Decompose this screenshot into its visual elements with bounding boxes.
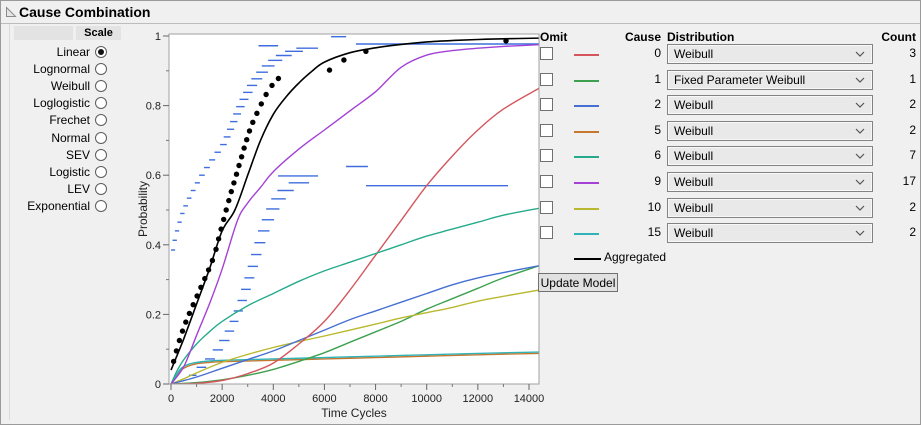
cause-row-1: 1 Fixed Parameter Weibull 1 (1, 69, 920, 92)
count-value: 1 (909, 71, 916, 86)
omit-checkbox-cause-10[interactable] (540, 200, 553, 214)
count-column-header: Count (881, 30, 916, 44)
count-value: 7 (909, 148, 916, 163)
svg-text:8000: 8000 (363, 393, 387, 405)
cause-number: 2 (654, 97, 661, 112)
omit-checkbox-cause-1[interactable] (540, 72, 553, 86)
distribution-select-cause-9[interactable]: Weibull (667, 172, 873, 192)
distribution-selected-value: Weibull (674, 226, 714, 241)
distribution-selected-value: Weibull (674, 149, 714, 164)
series-color-swatch-cause-0 (574, 54, 599, 56)
cause-row-9: 9 Weibull 17 (1, 172, 920, 194)
cause-row-2: 2 Weibull 2 (1, 95, 920, 117)
disclosure-triangle-icon[interactable] (5, 6, 17, 18)
title-separator (1, 23, 920, 24)
distribution-selected-value: Weibull (674, 175, 714, 189)
distribution-selected-value: Weibull (674, 123, 714, 138)
cause-row-10: 10 Weibull 2 (1, 197, 920, 220)
omit-checkbox-cause-9[interactable] (540, 175, 553, 188)
distribution-select-cause-15[interactable]: Weibull (667, 223, 873, 244)
svg-text:0: 0 (155, 379, 161, 391)
cause-row-0: 0 Weibull 3 (1, 44, 920, 66)
cause-number: 9 (654, 174, 661, 188)
aggregated-row: Aggregated (1, 248, 920, 270)
distribution-select-cause-1[interactable]: Fixed Parameter Weibull (667, 69, 873, 90)
svg-text:1: 1 (155, 31, 161, 43)
omit-checkbox-cause-0[interactable] (540, 47, 553, 60)
omit-checkbox-cause-15[interactable] (540, 226, 553, 240)
count-value: 17 (902, 174, 916, 188)
count-value: 2 (909, 122, 916, 137)
aggregated-label: Aggregated (604, 250, 667, 264)
series-color-swatch-cause-9 (574, 182, 599, 184)
distribution-selected-value: Weibull (674, 200, 714, 215)
count-value: 2 (909, 97, 916, 112)
cause-number: 0 (654, 46, 661, 60)
update-model-button[interactable]: Update Model (538, 273, 618, 292)
svg-text:0.2: 0.2 (146, 309, 161, 321)
panel-title: Cause Combination (19, 4, 151, 20)
svg-text:12000: 12000 (463, 393, 494, 405)
series-color-swatch-cause-1 (574, 79, 599, 82)
cause-number: 1 (654, 71, 661, 86)
outline-title-bar: Cause Combination (1, 1, 920, 24)
distribution-select-cause-2[interactable]: Weibull (667, 95, 873, 116)
distribution-selected-value: Weibull (674, 47, 714, 61)
aggregated-color-swatch (574, 258, 601, 260)
omit-checkbox-cause-2[interactable] (540, 98, 553, 112)
series-color-swatch-cause-15 (574, 233, 599, 236)
scale-header-spacer (14, 26, 73, 40)
x-axis-label: Time Cycles (321, 406, 387, 420)
series-color-swatch-cause-2 (574, 105, 599, 108)
distribution-select-cause-10[interactable]: Weibull (667, 197, 873, 218)
distribution-selected-value: Weibull (674, 98, 714, 113)
svg-text:4000: 4000 (261, 393, 285, 405)
distribution-select-cause-0[interactable]: Weibull (667, 44, 873, 64)
cause-number: 6 (654, 148, 661, 163)
distribution-select-cause-6[interactable]: Weibull (667, 146, 873, 167)
series-color-swatch-cause-5 (574, 130, 599, 133)
distribution-select-cause-5[interactable]: Weibull (667, 120, 873, 141)
distribution-selected-value: Fixed Parameter Weibull (674, 72, 806, 87)
svg-text:0: 0 (168, 393, 174, 405)
cause-combination-panel: Cause Combination Scale Linear Lognormal W… (0, 0, 921, 425)
scale-column-header: Scale (76, 26, 121, 40)
svg-text:14000: 14000 (514, 393, 545, 405)
count-value: 2 (909, 225, 916, 240)
distribution-column-header: Distribution (667, 30, 735, 44)
svg-text:2000: 2000 (210, 393, 234, 405)
cause-number: 15 (647, 225, 661, 240)
count-value: 2 (909, 199, 916, 214)
cause-number: 5 (654, 122, 661, 137)
omit-column-header: Omit (540, 30, 568, 44)
cause-row-15: 15 Weibull 2 (1, 223, 920, 245)
cause-row-6: 6 Weibull 7 (1, 146, 920, 168)
omit-checkbox-cause-6[interactable] (540, 149, 553, 163)
cause-number: 10 (647, 199, 661, 214)
svg-text:10000: 10000 (411, 393, 442, 405)
cause-column-header: Cause (624, 30, 661, 44)
omit-checkbox-cause-5[interactable] (540, 123, 553, 137)
series-color-swatch-cause-6 (574, 156, 599, 159)
series-color-swatch-cause-10 (574, 207, 599, 210)
cause-row-5: 5 Weibull 2 (1, 120, 920, 143)
svg-text:6000: 6000 (312, 393, 336, 405)
count-value: 3 (909, 46, 916, 60)
